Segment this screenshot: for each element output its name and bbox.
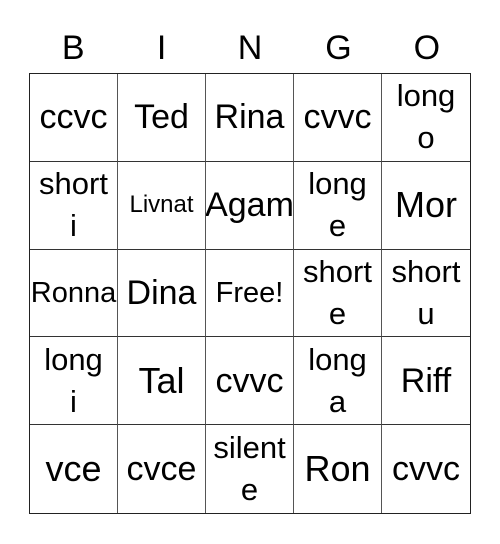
bingo-cell[interactable]: long o xyxy=(382,74,470,162)
bingo-cell-label: cvvc xyxy=(215,361,284,400)
bingo-cell-label: Free! xyxy=(215,276,284,309)
bingo-cell-label: Ron xyxy=(304,448,371,490)
bingo-cell[interactable]: cvvc xyxy=(206,337,294,426)
bingo-cell[interactable]: cvce xyxy=(118,425,206,513)
bingo-cell-label: Ronna xyxy=(30,276,117,309)
bingo-cell-label: Ted xyxy=(134,98,189,137)
bingo-cell[interactable]: ccvc xyxy=(30,74,118,162)
header-letter-n: N xyxy=(237,29,263,67)
bingo-grid: ccvc Ted Rina cvvc long o short i Livnat Agam lo… xyxy=(29,73,471,514)
bingo-cell[interactable]: cvvc xyxy=(382,425,470,513)
bingo-cell-label: Agam xyxy=(206,186,294,225)
bingo-cell[interactable]: long e xyxy=(294,161,382,250)
bingo-cell-label: short u xyxy=(391,253,461,331)
bingo-cell[interactable]: short e xyxy=(294,249,382,338)
bingo-cell-label: silent e xyxy=(213,430,286,508)
bingo-cell[interactable]: Tal xyxy=(118,337,206,426)
bingo-cell[interactable]: long a xyxy=(294,337,382,426)
bingo-cell[interactable]: Agam xyxy=(206,161,294,250)
bingo-cell-label: short e xyxy=(303,253,372,331)
bingo-cell[interactable]: Mor xyxy=(382,162,470,250)
bingo-cell-label: long o xyxy=(396,78,456,156)
bingo-cell[interactable]: Rina xyxy=(206,74,294,162)
bingo-cell-label: cvce xyxy=(126,450,197,489)
bingo-cell[interactable]: Riff xyxy=(382,337,470,426)
bingo-cell-label: Riff xyxy=(400,361,452,400)
bingo-cell-label: long i xyxy=(44,341,103,419)
bingo-cell[interactable]: Ted xyxy=(118,74,206,162)
bingo-cell-label: vce xyxy=(45,448,102,490)
bingo-cell[interactable]: Dina xyxy=(118,249,206,338)
bingo-cell[interactable]: Free! xyxy=(206,249,294,338)
bingo-cell[interactable]: long i xyxy=(30,337,118,426)
header-letter-b: B xyxy=(61,29,85,67)
bingo-cell[interactable]: vce xyxy=(30,425,118,513)
bingo-cell[interactable]: short u xyxy=(382,250,470,338)
bingo-cell-label: cvvc xyxy=(303,98,372,137)
header-letter-i: I xyxy=(156,29,167,67)
bingo-cell[interactable]: Ron xyxy=(294,425,382,513)
header-letter-o: O xyxy=(413,29,441,67)
bingo-cell[interactable]: short i xyxy=(30,161,118,250)
bingo-cell-label: Dina xyxy=(126,273,197,312)
bingo-cell-label: cvvc xyxy=(392,450,460,489)
bingo-cell-label: Livnat xyxy=(129,191,194,219)
bingo-cell[interactable]: cvvc xyxy=(294,74,382,162)
bingo-cell-label: Rina xyxy=(214,98,285,137)
bingo-header: B I N G O xyxy=(29,26,471,70)
bingo-cell[interactable]: Livnat xyxy=(118,161,206,250)
bingo-cell-label: Tal xyxy=(138,359,185,401)
bingo-cell[interactable]: Ronna xyxy=(30,249,118,338)
bingo-cell-label: long e xyxy=(308,166,367,244)
bingo-cell-label: short i xyxy=(39,166,108,244)
bingo-cell-label: ccvc xyxy=(39,98,108,137)
bingo-cell-label: Mor xyxy=(395,184,457,226)
bingo-cell[interactable]: silent e xyxy=(206,425,294,513)
header-letter-g: G xyxy=(325,29,352,67)
bingo-cell-label: long a xyxy=(308,341,367,419)
